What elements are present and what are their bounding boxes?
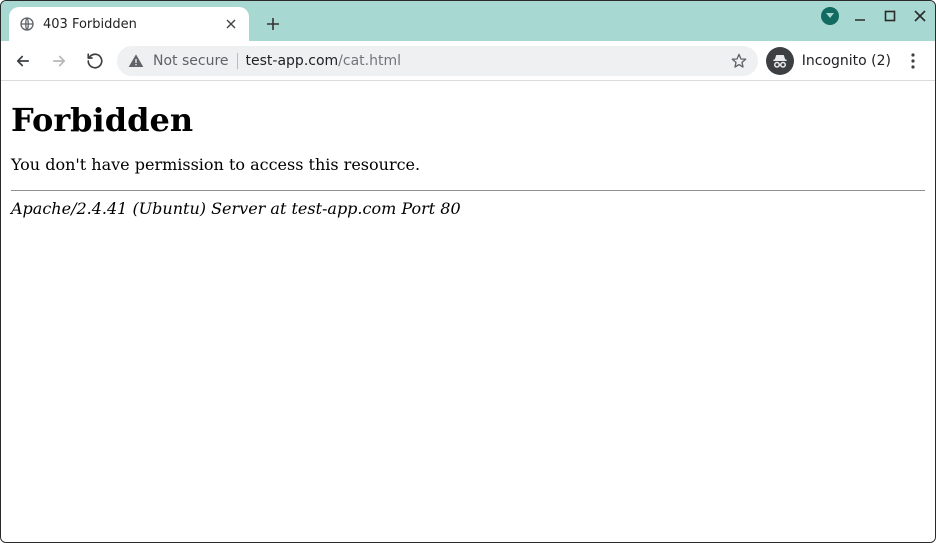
- page-heading: Forbidden: [11, 101, 925, 139]
- minimize-button[interactable]: [851, 7, 869, 25]
- url-host: test-app.com: [246, 53, 339, 69]
- server-signature: Apache/2.4.41 (Ubuntu) Server at test-ap…: [11, 199, 925, 218]
- page-message: You don't have permission to access this…: [11, 155, 925, 174]
- not-secure-label: Not secure: [153, 53, 229, 69]
- tab-title: 403 Forbidden: [43, 17, 215, 32]
- window-controls: [821, 7, 929, 25]
- address-bar[interactable]: Not secure test-app.com/cat.html: [117, 46, 758, 76]
- maximize-button[interactable]: [881, 7, 899, 25]
- browser-window: 403 Forbidden: [0, 0, 936, 543]
- url-path: /cat.html: [338, 53, 401, 69]
- close-icon[interactable]: [223, 16, 239, 32]
- tab-strip: 403 Forbidden: [1, 1, 935, 41]
- not-secure-icon: [127, 52, 145, 70]
- globe-icon: [19, 16, 35, 32]
- tab-active[interactable]: 403 Forbidden: [9, 7, 249, 41]
- back-button[interactable]: [9, 47, 37, 75]
- omnibox-divider: [237, 53, 238, 69]
- new-tab-button[interactable]: [259, 10, 287, 38]
- incognito-icon[interactable]: [766, 47, 794, 75]
- url-text: test-app.com/cat.html: [246, 53, 722, 69]
- bookmark-star-icon[interactable]: [730, 52, 748, 70]
- kebab-menu-button[interactable]: [899, 47, 927, 75]
- forward-button[interactable]: [45, 47, 73, 75]
- page-content: Forbidden You don't have permission to a…: [1, 81, 935, 542]
- toolbar: Not secure test-app.com/cat.html Incogni…: [1, 41, 935, 81]
- app-menu-icon[interactable]: [821, 7, 839, 25]
- window-close-button[interactable]: [911, 7, 929, 25]
- incognito-label: Incognito (2): [802, 53, 891, 69]
- reload-button[interactable]: [81, 47, 109, 75]
- divider: [11, 190, 925, 191]
